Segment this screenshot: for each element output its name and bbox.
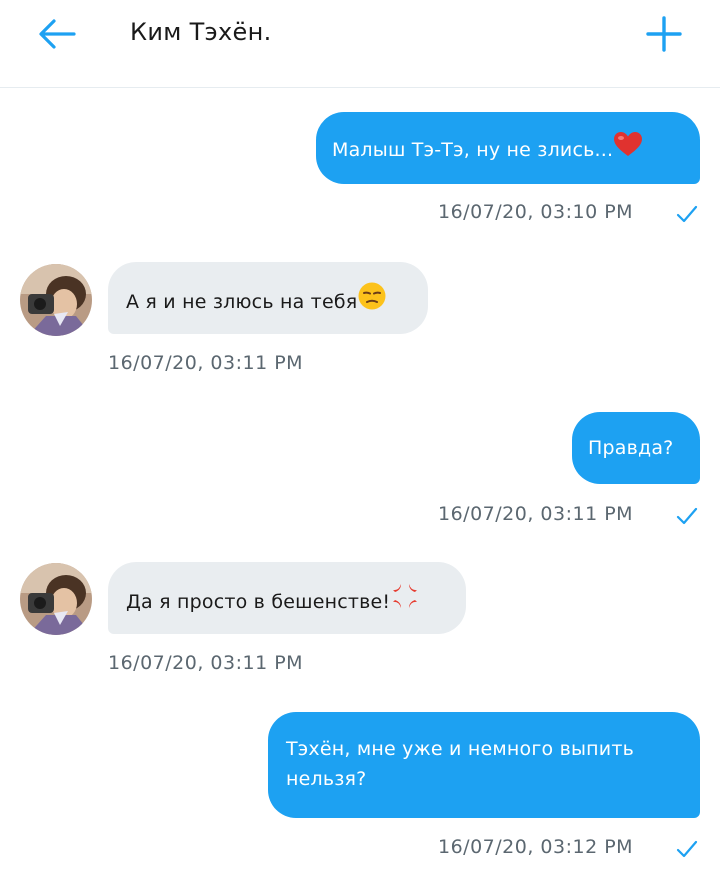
avatar[interactable]: [20, 264, 92, 336]
read-check-icon: [676, 840, 698, 858]
message-bubble[interactable]: Малыш Тэ-Тэ, ну не злись...: [316, 112, 700, 184]
conversation-header: Ким Тэхён.: [0, 0, 720, 88]
red-heart-emoji-icon: [613, 131, 643, 166]
message-bubble[interactable]: А я и не злюсь на тебя: [108, 262, 428, 334]
message-text: Да я просто в бешенстве!: [126, 591, 391, 613]
message-timestamp: 16/07/20, 03:11 PM: [438, 503, 634, 525]
message-timestamp: 16/07/20, 03:12 PM: [438, 836, 634, 858]
back-button[interactable]: [36, 15, 78, 55]
read-check-icon: [676, 507, 698, 525]
message-timestamp: 16/07/20, 03:11 PM: [108, 352, 304, 374]
message-bubble[interactable]: Правда?: [572, 412, 700, 484]
message-text: Малыш Тэ-Тэ, ну не злись...: [332, 139, 614, 161]
message-timestamp: 16/07/20, 03:11 PM: [108, 652, 304, 674]
message-text: Правда?: [588, 437, 674, 459]
read-check-icon: [676, 205, 698, 223]
message-bubble[interactable]: Тэхён, мне уже и немного выпить нельзя?: [268, 712, 700, 818]
anger-symbol-emoji-icon: [390, 581, 420, 620]
conversation-title[interactable]: Ким Тэхён.: [130, 18, 272, 46]
new-message-button[interactable]: [644, 14, 684, 54]
plus-icon: [646, 16, 682, 52]
message-bubble[interactable]: Да я просто в бешенстве!: [108, 562, 466, 634]
message-text: А я и не злюсь на тебя: [126, 291, 358, 313]
avatar[interactable]: [20, 563, 92, 635]
unamused-face-emoji-icon: [357, 281, 387, 320]
message-timestamp: 16/07/20, 03:10 PM: [438, 201, 634, 223]
arrow-left-icon: [39, 19, 76, 49]
message-text: Тэхён, мне уже и немного выпить нельзя?: [286, 738, 635, 790]
